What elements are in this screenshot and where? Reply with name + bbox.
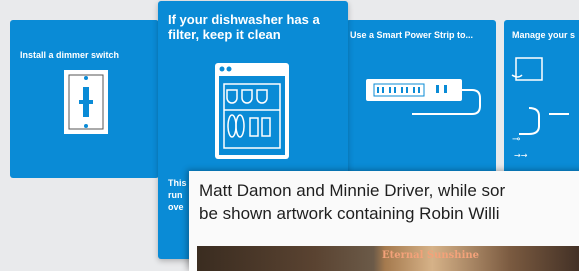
svg-text:⊸: ⊸ <box>512 134 520 145</box>
card-title: Use a Smart Power Strip to... <box>350 30 474 40</box>
popup-text-line-2: be shown artwork containing Robin Willi <box>199 204 500 223</box>
popup-text: Matt Damon and Minnie Driver, while sor … <box>199 179 579 225</box>
card-description-truncated: This run ove <box>168 177 187 213</box>
card-description-text: This run ove <box>168 178 187 212</box>
card-title: Install a dimmer switch <box>20 50 120 60</box>
tip-card-smart-power-strip[interactable]: Use a Smart Power Strip to... <box>346 20 496 178</box>
tip-card-manage-charger[interactable]: Manage your s →→ ⊸ <box>504 20 579 178</box>
power-strip-icon <box>366 79 481 115</box>
image-caption: Eternal Sunshine <box>382 250 479 261</box>
card-title: Manage your s <box>512 30 576 40</box>
dishwasher-icon <box>215 63 289 159</box>
svg-text:→→: →→ <box>514 151 528 160</box>
article-popup: Matt Damon and Minnie Driver, while sor … <box>189 171 579 271</box>
tip-card-dimmer-switch[interactable]: Install a dimmer switch <box>10 20 159 178</box>
card-title: If your dishwasher has a filter, keep it… <box>168 12 320 42</box>
popup-text-line-1: Matt Damon and Minnie Driver, while sor <box>199 181 506 200</box>
dimmer-switch-icon <box>62 68 110 136</box>
laptop-charger-icon: →→ ⊸ <box>511 57 569 160</box>
